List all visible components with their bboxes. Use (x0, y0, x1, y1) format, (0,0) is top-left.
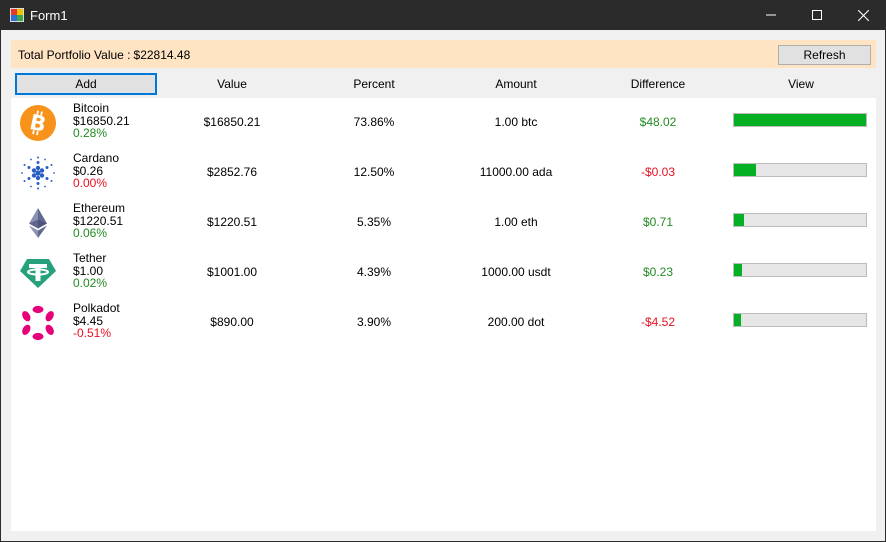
coin-name: Bitcoin (73, 101, 110, 115)
column-header-value: Value (217, 77, 247, 91)
coin-share-bar (733, 263, 867, 277)
ethereum-icon (29, 208, 47, 238)
portfolio-summary: Total Portfolio Value : $22814.48 Refresh (11, 40, 876, 68)
client-area: Total Portfolio Value : $22814.48 Refresh… (1, 30, 885, 541)
column-header-view: View (788, 77, 814, 91)
title-bar: Form1 (0, 0, 886, 30)
coin-info: Bitcoin $16850.21 0.28% (73, 102, 130, 140)
window-title: Form1 (30, 8, 68, 23)
portfolio-total-value: $22814.48 (133, 48, 191, 62)
coin-share-bar-fill (734, 214, 744, 226)
coin-change: 0.28% (73, 126, 108, 140)
coin-difference: -$0.03 (640, 165, 676, 179)
coin-list: B Bitcoin $16850.21 0.28% $16850.21 73.8… (11, 98, 876, 531)
minimize-button[interactable] (748, 0, 794, 30)
coin-row: Tether $1.00 0.02% $1001.00 4.39% 1000.0… (11, 248, 876, 298)
coin-amount: 1.00 btc (494, 115, 538, 129)
coin-amount: 200.00 dot (487, 315, 545, 329)
minimize-icon (766, 14, 776, 16)
bitcoin-icon: B (20, 105, 56, 141)
column-header-percent: Percent (353, 77, 395, 91)
coin-amount: 1.00 eth (494, 215, 538, 229)
maximize-icon (812, 10, 822, 20)
coin-percent: 4.39% (356, 265, 392, 279)
coin-percent: 5.35% (356, 215, 392, 229)
add-button[interactable]: Add (15, 73, 157, 95)
coin-difference: $48.02 (639, 115, 677, 129)
coin-value: $1220.51 (206, 215, 258, 229)
column-header-difference: Difference (630, 77, 686, 91)
tether-icon (20, 259, 56, 288)
coin-share-bar (733, 313, 867, 327)
coin-percent: 73.86% (353, 115, 395, 129)
app-icon (10, 8, 24, 22)
coin-row: Ethereum $1220.51 0.06% $1220.51 5.35% 1… (11, 198, 876, 248)
coin-percent: 3.90% (356, 315, 392, 329)
portfolio-total: Total Portfolio Value : $22814.48 (18, 48, 190, 62)
coin-amount: 11000.00 ada (479, 165, 553, 179)
coin-row: B Bitcoin $16850.21 0.28% $16850.21 73.8… (11, 98, 876, 148)
coin-change: 0.06% (73, 226, 108, 240)
polkadot-icon (22, 305, 54, 341)
coin-share-bar-fill (734, 264, 742, 276)
coin-info: Polkadot $4.45 -0.51% (73, 302, 120, 340)
coin-name: Cardano (73, 151, 120, 165)
coin-row: Polkadot $4.45 -0.51% $890.00 3.90% 200.… (11, 298, 876, 348)
cardano-icon (21, 156, 55, 190)
coin-value: $1001.00 (206, 265, 258, 279)
portfolio-total-label: Total Portfolio Value : (18, 48, 131, 62)
coin-info: Ethereum $1220.51 0.06% (73, 202, 125, 240)
close-icon (857, 9, 869, 21)
coin-row: Cardano $0.26 0.00% $2852.76 12.50% 1100… (11, 148, 876, 198)
column-header-amount: Amount (495, 77, 537, 91)
coin-difference: $0.23 (642, 265, 674, 279)
close-button[interactable] (840, 0, 886, 30)
coin-info: Cardano $0.26 0.00% (73, 152, 119, 190)
coin-share-bar (733, 163, 867, 177)
coin-share-bar-fill (734, 314, 741, 326)
coin-value: $890.00 (210, 315, 254, 329)
column-header-row: Add Value Percent Amount Difference View (11, 72, 876, 96)
coin-difference: $0.71 (642, 215, 674, 229)
coin-percent: 12.50% (353, 165, 395, 179)
coin-name: Tether (73, 251, 107, 265)
coin-name: Polkadot (73, 301, 120, 315)
coin-value: $2852.76 (206, 165, 258, 179)
coin-change: 0.00% (73, 176, 108, 190)
coin-share-bar (733, 213, 867, 227)
coin-info: Tether $1.00 0.02% (73, 252, 107, 290)
coin-amount: 1000.00 usdt (481, 265, 551, 279)
coin-value: $16850.21 (203, 115, 261, 129)
refresh-button[interactable]: Refresh (778, 45, 871, 65)
coin-change: 0.02% (73, 276, 108, 290)
coin-share-bar (733, 113, 867, 127)
coin-difference: -$4.52 (640, 315, 676, 329)
coin-share-bar-fill (734, 114, 866, 126)
coin-change: -0.51% (73, 326, 112, 340)
maximize-button[interactable] (794, 0, 840, 30)
coin-name: Ethereum (73, 201, 126, 215)
coin-share-bar-fill (734, 164, 756, 176)
